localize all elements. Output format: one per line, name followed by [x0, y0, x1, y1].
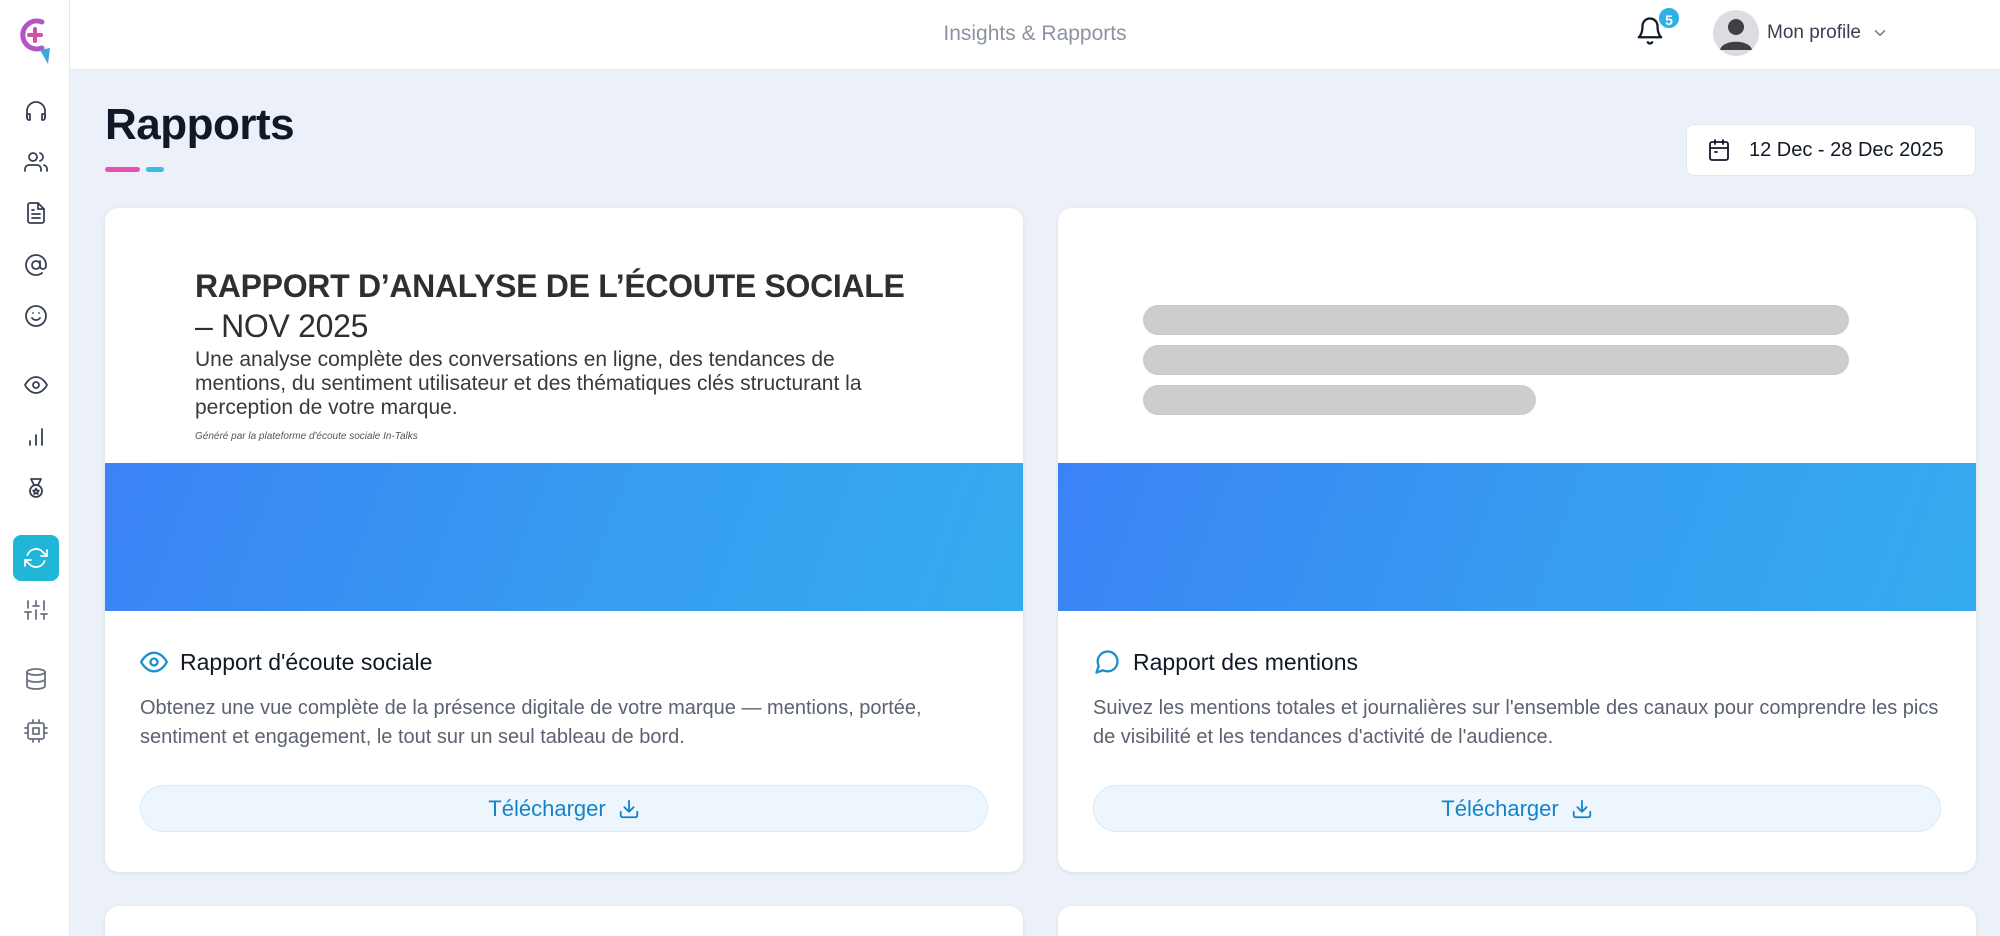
card-header: Rapport d'écoute sociale — [140, 648, 990, 676]
skeleton-line — [1143, 345, 1849, 375]
download-button[interactable]: Télécharger — [1093, 785, 1941, 832]
report-preview: RAPPORT D’ANALYSE DE L’ÉCOUTE SOCIALE – … — [105, 208, 1023, 611]
card-description: Obtenez une vue complète de la présence … — [140, 697, 922, 748]
sidebar-item-rewards[interactable] — [13, 465, 59, 511]
top-bar: Insights & Rapports — [70, 0, 2000, 70]
sidebar-item-settings[interactable] — [13, 587, 59, 633]
avatar — [1713, 10, 1759, 56]
preview-footer: Généré par la plateforme d'écoute social… — [195, 431, 418, 442]
document-icon — [27, 202, 45, 224]
download-button[interactable]: Télécharger — [140, 785, 988, 832]
refresh-icon — [24, 548, 48, 568]
database-icon — [26, 668, 46, 690]
eye-icon — [24, 376, 48, 394]
card-title: Rapport des mentions — [1133, 648, 1359, 675]
card-description: Suivez les mentions totales et journaliè… — [1093, 697, 1939, 748]
sidebar-item-analytics[interactable] — [13, 414, 59, 460]
profile-label: Mon profile — [1767, 22, 1861, 43]
report-card-mentions: Rapport des mentions Suivez les mentions… — [1058, 208, 1976, 872]
preview-subtitle: Une analyse complète des conversations e… — [195, 348, 862, 419]
report-card-social-listening: RAPPORT D’ANALYSE DE L’ÉCOUTE SOCIALE – … — [105, 208, 1023, 872]
top-bar-title: Insights & Rapports — [943, 22, 1127, 45]
eye-icon — [140, 651, 168, 673]
date-range-text: 12 Dec - 28 Dec 2025 — [1749, 138, 1944, 161]
title-underline-blue — [146, 167, 164, 172]
medal-icon — [29, 478, 43, 498]
download-icon — [619, 799, 638, 818]
calendar-icon — [1709, 139, 1729, 161]
card-header: Rapport des mentions — [1093, 648, 1943, 676]
report-preview-loading — [1058, 208, 1976, 611]
report-card — [1058, 906, 1976, 936]
sidebar-item-reports[interactable] — [13, 535, 59, 581]
headphones-icon — [26, 101, 46, 121]
app-logo[interactable] — [12, 14, 58, 64]
users-icon — [24, 152, 48, 172]
report-card — [105, 906, 1023, 936]
chevron-down-icon — [1871, 24, 1889, 42]
download-icon — [1572, 799, 1591, 818]
sidebar — [0, 0, 70, 936]
sidebar-item-listening[interactable] — [13, 88, 59, 134]
sidebar-item-mentions[interactable] — [13, 242, 59, 288]
download-label: Télécharger — [488, 795, 606, 821]
cpu-chip-icon — [24, 719, 48, 743]
card-body: Rapport d'écoute sociale Obtenez une vue… — [140, 648, 990, 752]
profile-menu[interactable]: Mon profile — [1713, 10, 1889, 56]
card-body: Rapport des mentions Suivez les mentions… — [1093, 648, 1943, 752]
sliders-icon — [24, 600, 48, 620]
download-label: Télécharger — [1441, 795, 1559, 821]
chat-bubble-icon — [1095, 650, 1119, 674]
skeleton-line — [1143, 385, 1536, 415]
page-title: Rapports — [105, 100, 295, 149]
title-underline-pink — [105, 167, 140, 172]
sidebar-item-sentiment[interactable] — [13, 293, 59, 339]
preview-title: RAPPORT D’ANALYSE DE L’ÉCOUTE SOCIALE – … — [195, 266, 935, 346]
bar-chart-icon — [29, 428, 43, 446]
sidebar-item-data[interactable] — [13, 656, 59, 702]
notification-badge: 5 — [1657, 6, 1681, 30]
sidebar-item-integrations[interactable] — [13, 708, 59, 754]
date-range-picker[interactable]: 12 Dec - 28 Dec 2025 — [1686, 124, 1976, 176]
preview-title-main: RAPPORT D’ANALYSE DE L’ÉCOUTE SOCIALE — [195, 268, 905, 304]
preview-banner — [105, 463, 1023, 611]
preview-title-suffix: – NOV 2025 — [195, 308, 369, 344]
skeleton-line — [1143, 305, 1849, 335]
preview-banner — [1058, 463, 1976, 611]
sidebar-item-insights[interactable] — [13, 362, 59, 408]
sidebar-item-users[interactable] — [13, 139, 59, 185]
card-title: Rapport d'écoute sociale — [180, 648, 433, 675]
smile-icon — [25, 305, 47, 327]
at-sign-icon — [25, 254, 47, 276]
sidebar-item-documents[interactable] — [13, 190, 59, 236]
